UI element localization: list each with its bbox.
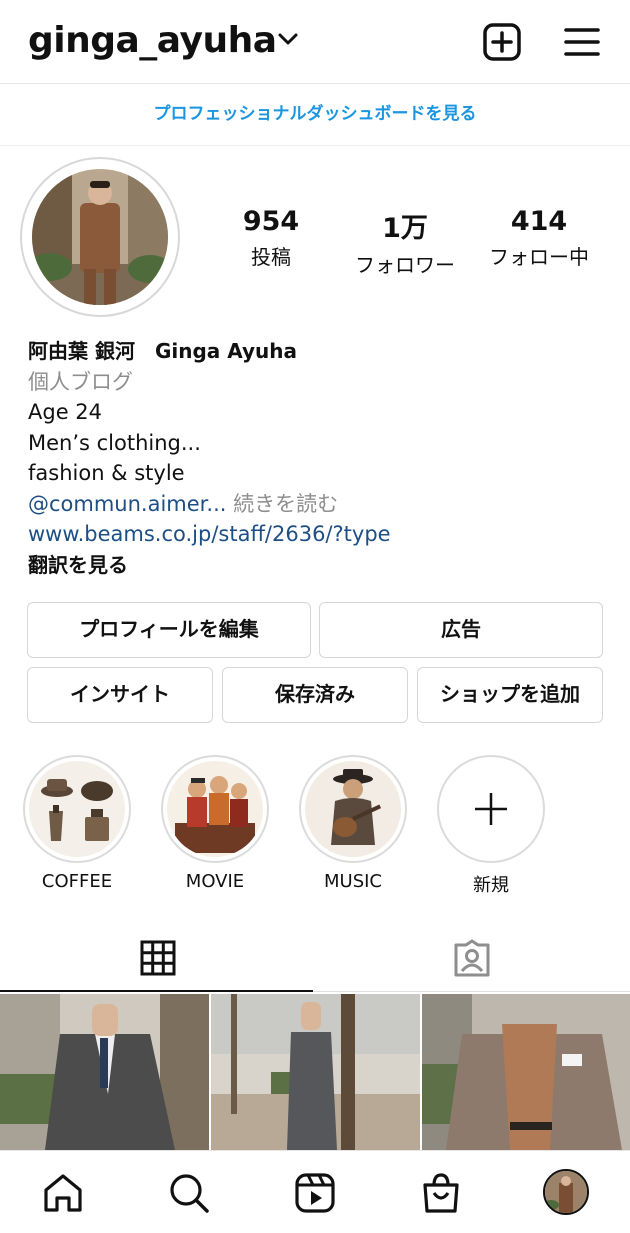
posts-count[interactable]: 954 投稿	[226, 206, 316, 270]
highlight-label: COFFEE	[41, 871, 113, 892]
posts-count-label: 投稿	[251, 245, 291, 269]
reels-icon[interactable]	[293, 1171, 337, 1215]
highlight-cover	[299, 755, 407, 863]
following-count-label: フォロー中	[489, 245, 589, 269]
highlight-coffee[interactable]: COFFEE	[23, 755, 131, 892]
profile-tabs	[0, 926, 630, 994]
bio-line: fashion & style	[28, 461, 185, 485]
highlight-label: MUSIC	[323, 871, 382, 892]
ads-button[interactable]: 広告	[319, 602, 603, 658]
display-name: 阿由葉 銀河 Ginga Ayuha	[28, 339, 298, 363]
website-link[interactable]: www.beams.co.jp/staff/2636/?type	[28, 519, 608, 550]
profile-avatar[interactable]	[20, 157, 180, 317]
bio-line: Men’s clothing...	[28, 430, 201, 455]
post-thumbnail[interactable]	[422, 994, 630, 1150]
home-icon[interactable]	[41, 1171, 85, 1215]
followers-count-value: 1万	[382, 213, 428, 244]
plus-icon	[475, 793, 507, 825]
top-bar: ginga_ayuha	[0, 0, 630, 84]
posts-count-value: 954	[242, 206, 300, 237]
bottom-navigation	[0, 1150, 630, 1233]
bio-line: Age 24	[28, 400, 103, 424]
bio-mention-line: @commun.aimer... 続きを読む	[28, 489, 608, 520]
tab-divider	[313, 991, 630, 992]
music-illustration-icon	[305, 761, 401, 857]
chevron-down-icon[interactable]	[276, 30, 300, 50]
post-thumbnail[interactable]	[211, 994, 420, 1150]
coffee-illustration-icon	[29, 761, 125, 857]
profile-avatar-tab[interactable]	[543, 1169, 589, 1215]
new-highlight-button[interactable]: 新規	[437, 755, 545, 897]
post-thumbnail[interactable]	[0, 994, 209, 1150]
following-count[interactable]: 414 フォロー中	[480, 206, 598, 270]
saved-button[interactable]: 保存済み	[222, 667, 408, 723]
profile-bio: 阿由葉 銀河 Ginga Ayuha 個人ブログ Age 24 Men’s cl…	[28, 336, 608, 580]
account-category: 個人ブログ	[28, 369, 133, 394]
plus-square-icon[interactable]	[482, 22, 522, 62]
hamburger-menu-icon[interactable]	[564, 26, 600, 58]
edit-profile-button[interactable]: プロフィールを編集	[27, 602, 311, 658]
movie-illustration-icon	[167, 761, 263, 857]
shop-icon[interactable]	[419, 1171, 463, 1215]
highlight-label: MOVIE	[185, 871, 245, 892]
highlight-movie[interactable]: MOVIE	[161, 755, 269, 892]
highlight-label: 新規	[473, 875, 509, 896]
translate-link[interactable]: 翻訳を見る	[28, 550, 608, 581]
highlight-cover	[23, 755, 131, 863]
grid-icon[interactable]	[140, 940, 176, 976]
following-count-value: 414	[510, 206, 568, 237]
followers-count-label: フォロワー	[355, 253, 455, 277]
highlight-music[interactable]: MUSIC	[299, 755, 407, 892]
read-more-link[interactable]: 続きを読む	[233, 492, 338, 516]
add-shop-button[interactable]: ショップを追加	[417, 667, 603, 723]
post-grid	[0, 994, 630, 1150]
followers-count[interactable]: 1万 フォロワー	[346, 206, 464, 278]
active-tab-indicator	[0, 990, 313, 992]
highlight-cover	[437, 755, 545, 863]
highlight-cover	[161, 755, 269, 863]
professional-dashboard-link[interactable]: プロフェッショナルダッシュボードを見る	[0, 84, 630, 146]
tagged-icon[interactable]	[452, 939, 492, 977]
avatar-photo	[32, 169, 168, 305]
insights-button[interactable]: インサイト	[27, 667, 213, 723]
mention-link[interactable]: @commun.aimer...	[28, 492, 226, 516]
username-switcher[interactable]: ginga_ayuha	[28, 20, 277, 61]
search-icon[interactable]	[167, 1171, 211, 1215]
